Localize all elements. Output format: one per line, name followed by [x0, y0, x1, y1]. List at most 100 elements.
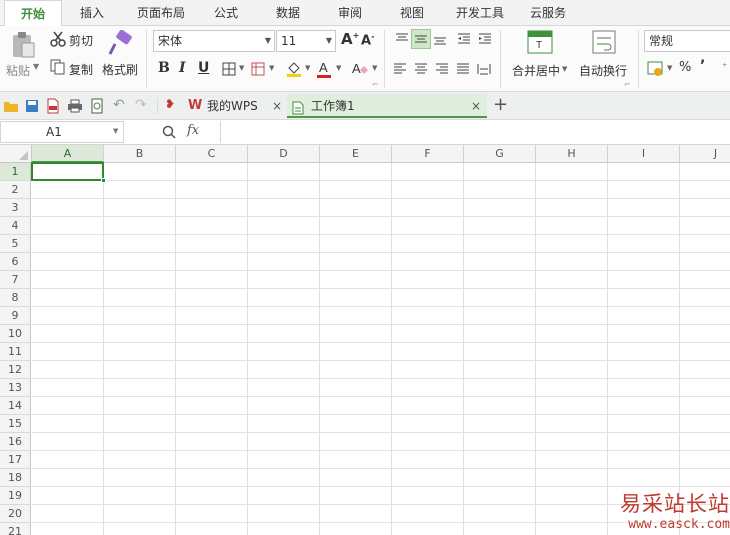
row-header-21[interactable]: 21: [0, 523, 31, 535]
formula-input[interactable]: [220, 121, 730, 143]
row-header-7[interactable]: 7: [0, 271, 31, 289]
row-header-11[interactable]: 11: [0, 343, 31, 361]
decrease-indent-icon[interactable]: [456, 31, 472, 47]
column-header-b[interactable]: B: [104, 145, 176, 163]
row-header-19[interactable]: 19: [0, 487, 31, 505]
increase-indent-icon[interactable]: [477, 31, 493, 47]
undo-icon[interactable]: ↶: [113, 97, 125, 113]
font-color-icon[interactable]: A: [316, 59, 332, 79]
chevron-down-icon[interactable]: ▼: [372, 64, 377, 72]
align-left-icon[interactable]: [392, 61, 408, 77]
row-header-15[interactable]: 15: [0, 415, 31, 433]
row-header-5[interactable]: 5: [0, 235, 31, 253]
italic-button[interactable]: I: [179, 60, 186, 76]
column-header-a[interactable]: A: [32, 145, 104, 163]
row-header-3[interactable]: 3: [0, 199, 31, 217]
row-header-17[interactable]: 17: [0, 451, 31, 469]
close-icon[interactable]: ×: [272, 94, 282, 118]
tab-developer[interactable]: 开发工具: [448, 0, 512, 26]
format-painter-button[interactable]: 格式刷: [102, 61, 138, 78]
chevron-down-icon[interactable]: ▼: [667, 64, 672, 72]
merge-center-icon[interactable]: T: [526, 29, 554, 55]
tab-insert[interactable]: 插入: [66, 0, 118, 26]
paste-dropdown-icon[interactable]: ▼: [33, 62, 39, 71]
print-preview-icon[interactable]: [89, 98, 105, 114]
clear-format-icon[interactable]: A: [351, 60, 369, 78]
alignment-dialog-launcher-icon[interactable]: ⌐: [624, 80, 631, 89]
wrap-text-button[interactable]: 自动换行: [579, 62, 627, 79]
doc-tab-my-wps[interactable]: W 我的WPS ×: [186, 94, 286, 118]
redo-icon[interactable]: ↷: [135, 97, 147, 113]
select-all-corner[interactable]: [0, 145, 32, 163]
export-pdf-icon[interactable]: [45, 98, 61, 114]
decrease-font-size-icon[interactable]: A-: [361, 32, 374, 48]
row-header-4[interactable]: 4: [0, 217, 31, 235]
tab-formulas[interactable]: 公式: [200, 0, 252, 26]
column-header-g[interactable]: G: [464, 145, 536, 163]
column-header-e[interactable]: E: [320, 145, 392, 163]
insert-function-button[interactable]: fx: [187, 123, 199, 138]
copy-button[interactable]: 复制: [69, 61, 93, 78]
increase-decimal-icon[interactable]: ⁺: [722, 62, 727, 73]
cut-button[interactable]: 剪切: [69, 32, 93, 49]
merge-center-button[interactable]: 合并居中: [512, 62, 560, 79]
percent-button[interactable]: %: [679, 60, 691, 75]
chevron-down-icon[interactable]: ▼: [562, 65, 567, 73]
font-size-select[interactable]: 11 ▼: [276, 30, 336, 52]
row-header-12[interactable]: 12: [0, 361, 31, 379]
currency-format-icon[interactable]: [647, 60, 665, 78]
new-tab-icon[interactable]: +: [493, 94, 508, 115]
fill-color-icon[interactable]: [286, 60, 302, 78]
column-header-d[interactable]: D: [248, 145, 320, 163]
row-header-1[interactable]: 1: [0, 163, 31, 181]
align-middle-icon[interactable]: [411, 29, 431, 49]
chevron-down-icon[interactable]: ▼: [305, 64, 310, 72]
borders-icon[interactable]: [221, 61, 237, 77]
distributed-align-icon[interactable]: [476, 61, 492, 77]
align-center-icon[interactable]: [413, 61, 429, 77]
cell-style-icon[interactable]: [250, 61, 266, 77]
align-right-icon[interactable]: [434, 61, 450, 77]
column-header-i[interactable]: I: [608, 145, 680, 163]
wrap-text-icon[interactable]: [590, 29, 618, 55]
row-header-14[interactable]: 14: [0, 397, 31, 415]
row-header-20[interactable]: 20: [0, 505, 31, 523]
tab-home[interactable]: 开始: [4, 0, 62, 27]
row-header-10[interactable]: 10: [0, 325, 31, 343]
column-header-c[interactable]: C: [176, 145, 248, 163]
row-header-2[interactable]: 2: [0, 181, 31, 199]
tab-view[interactable]: 视图: [386, 0, 438, 26]
font-dialog-launcher-icon[interactable]: ⌐: [372, 80, 379, 89]
cell-area[interactable]: [32, 163, 730, 535]
align-top-icon[interactable]: [394, 31, 410, 47]
name-box[interactable]: A1 ▼: [0, 121, 124, 143]
align-bottom-icon[interactable]: [432, 31, 448, 47]
chevron-down-icon[interactable]: ▼: [239, 64, 244, 72]
font-name-select[interactable]: 宋体 ▼: [153, 30, 275, 52]
fill-handle[interactable]: [101, 178, 106, 183]
tab-data[interactable]: 数据: [262, 0, 314, 26]
chevron-down-icon[interactable]: ▼: [336, 64, 341, 72]
open-folder-icon[interactable]: [3, 98, 19, 114]
increase-font-size-icon[interactable]: A+: [341, 30, 359, 48]
customize-toolbar-icon[interactable]: ❥: [165, 97, 175, 111]
column-header-h[interactable]: H: [536, 145, 608, 163]
row-header-13[interactable]: 13: [0, 379, 31, 397]
tab-page-layout[interactable]: 页面布局: [128, 0, 194, 26]
column-header-j[interactable]: J: [680, 145, 730, 163]
zoom-search-icon[interactable]: [161, 124, 177, 140]
row-header-8[interactable]: 8: [0, 289, 31, 307]
bold-button[interactable]: B: [158, 60, 170, 76]
save-icon[interactable]: [24, 98, 40, 114]
row-header-6[interactable]: 6: [0, 253, 31, 271]
row-header-18[interactable]: 18: [0, 469, 31, 487]
row-header-9[interactable]: 9: [0, 307, 31, 325]
active-cell-a1[interactable]: [31, 162, 104, 181]
tab-cloud[interactable]: 云服务: [520, 0, 576, 26]
close-icon[interactable]: ×: [471, 94, 481, 118]
doc-tab-workbook[interactable]: 工作簿1 ×: [287, 94, 487, 118]
number-format-select[interactable]: 常规: [644, 30, 730, 52]
row-header-16[interactable]: 16: [0, 433, 31, 451]
print-icon[interactable]: [67, 98, 83, 114]
justify-icon[interactable]: [455, 61, 471, 77]
